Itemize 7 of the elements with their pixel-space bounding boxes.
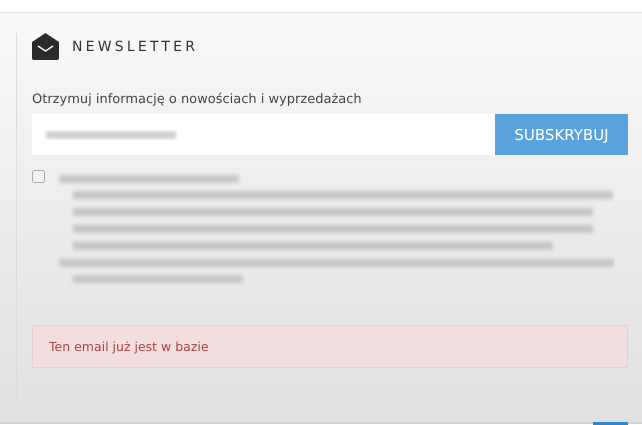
newsletter-title: NEWSLETTER [72, 38, 198, 54]
email-field[interactable] [32, 114, 495, 155]
consent-checkbox[interactable] [32, 170, 45, 183]
envelope-icon [32, 33, 59, 60]
error-alert: Ten email już jest w bazie [32, 325, 628, 368]
newsletter-prompt: Otrzymuj informację o nowościach i wyprzedażach [32, 92, 363, 107]
subscribe-button[interactable]: SUBSKRYBUJ [495, 114, 628, 155]
